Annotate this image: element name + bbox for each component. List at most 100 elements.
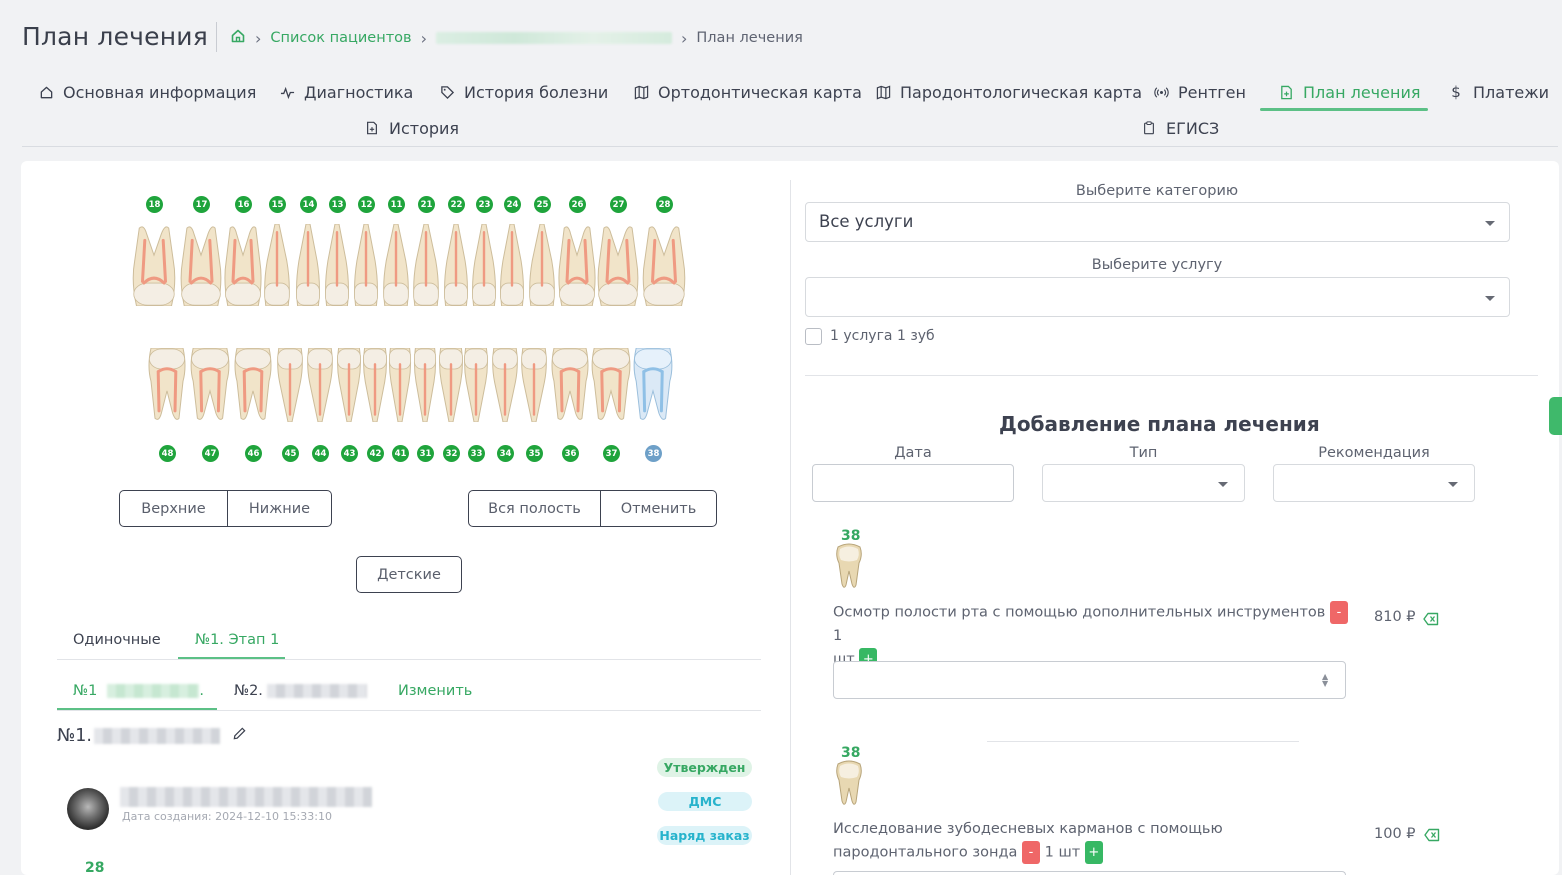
- tooth-number-badge[interactable]: 21: [418, 196, 435, 213]
- tooth-number-badge[interactable]: 34: [497, 445, 514, 462]
- tooth-image[interactable]: [499, 224, 525, 306]
- delete-service-icon[interactable]: [1424, 828, 1440, 842]
- tooth-image[interactable]: [641, 224, 687, 306]
- tooth-image[interactable]: [443, 224, 469, 306]
- tab-egisz[interactable]: ЕГИСЗ: [1141, 114, 1219, 142]
- tab-xray[interactable]: Рентген: [1153, 78, 1246, 106]
- home-icon[interactable]: [230, 28, 246, 48]
- tooth-image[interactable]: [189, 348, 231, 422]
- decrease-quantity-button[interactable]: -: [1022, 841, 1040, 864]
- tab-main-info[interactable]: Основная информация: [38, 78, 256, 106]
- tooth-image[interactable]: [223, 224, 263, 306]
- tooth-number-badge[interactable]: 13: [329, 196, 346, 213]
- tooth-image[interactable]: [471, 224, 497, 306]
- cancel-selection-button[interactable]: Отменить: [601, 490, 717, 527]
- tooth-number-badge[interactable]: 43: [341, 445, 358, 462]
- tab-stage-1[interactable]: №1. Этап 1: [195, 632, 279, 648]
- whole-cavity-button[interactable]: Вся полость: [468, 490, 601, 527]
- service-select[interactable]: [805, 277, 1510, 317]
- tooth-number-badge[interactable]: 46: [245, 445, 262, 462]
- tooth-number-badge[interactable]: 14: [300, 196, 317, 213]
- tooth-image[interactable]: [276, 348, 304, 422]
- tab-payments[interactable]: $ Платежи: [1448, 78, 1549, 106]
- tooth-number-badge[interactable]: 32: [443, 445, 460, 462]
- tooth-number-badge[interactable]: 41: [392, 445, 409, 462]
- tooth-number-badge[interactable]: 31: [417, 445, 434, 462]
- tooth-image[interactable]: [632, 348, 674, 422]
- tooth-image[interactable]: [362, 348, 388, 422]
- tooth-number-badge[interactable]: 16: [235, 196, 252, 213]
- pencil-icon[interactable]: [232, 726, 247, 746]
- tab-treatment-plan[interactable]: План лечения: [1278, 78, 1420, 106]
- lower-jaw-button[interactable]: Нижние: [228, 490, 332, 527]
- tooth-number-badge[interactable]: 23: [476, 196, 493, 213]
- tooth-number-badge[interactable]: 22: [448, 196, 465, 213]
- tooth-image[interactable]: [590, 348, 632, 422]
- tooth-image[interactable]: [491, 348, 519, 422]
- tooth-number-badge[interactable]: 24: [504, 196, 521, 213]
- tooth-image[interactable]: [263, 224, 291, 306]
- tooth-number-badge[interactable]: 38: [645, 445, 662, 462]
- increase-quantity-button[interactable]: +: [1084, 841, 1103, 864]
- tooth-number-badge[interactable]: 17: [193, 196, 210, 213]
- service-comment-select[interactable]: [833, 871, 1346, 875]
- tooth-number-badge[interactable]: 27: [610, 196, 627, 213]
- tab-perio-chart[interactable]: Пародонтологическая карта: [875, 78, 1142, 106]
- side-panel-handle[interactable]: [1549, 397, 1562, 435]
- tooth-number-badge[interactable]: 42: [367, 445, 384, 462]
- breadcrumb-patients-link[interactable]: Список пациентов: [270, 30, 411, 46]
- tooth-image[interactable]: [336, 348, 362, 422]
- breadcrumb-patient-name-redacted[interactable]: [435, 32, 672, 44]
- tooth-image[interactable]: [550, 348, 590, 422]
- tooth-number-badge[interactable]: 48: [159, 445, 176, 462]
- tooth-image[interactable]: [147, 348, 187, 422]
- one-service-one-tooth-checkbox[interactable]: [805, 328, 822, 345]
- tooth-number-badge[interactable]: 33: [468, 445, 485, 462]
- tooth-number-badge[interactable]: 18: [146, 196, 163, 213]
- plan-tab-1[interactable]: №1 .: [73, 683, 204, 699]
- tooth-number-badge[interactable]: 28: [656, 196, 673, 213]
- tooth-number-badge[interactable]: 26: [569, 196, 586, 213]
- tooth-number-badge[interactable]: 37: [603, 445, 620, 462]
- tooth-image[interactable]: [353, 224, 379, 306]
- delete-service-icon[interactable]: [1423, 612, 1439, 626]
- tooth-image[interactable]: [131, 224, 177, 306]
- tooth-image[interactable]: [233, 348, 273, 422]
- date-input[interactable]: [812, 464, 1014, 502]
- tooth-number-badge[interactable]: 11: [388, 196, 405, 213]
- tooth-image[interactable]: [295, 224, 321, 306]
- category-select[interactable]: Все услуги: [805, 202, 1510, 242]
- upper-jaw-button[interactable]: Верхние: [119, 490, 228, 527]
- recommendation-select[interactable]: [1273, 464, 1475, 502]
- plan-tab-2[interactable]: №2.: [234, 683, 367, 699]
- tooth-number-badge[interactable]: 47: [202, 445, 219, 462]
- tab-history[interactable]: История: [364, 114, 459, 142]
- tooth-number-badge[interactable]: 35: [526, 445, 543, 462]
- tooth-number-badge[interactable]: 15: [269, 196, 286, 213]
- tab-medical-history[interactable]: История болезни: [439, 78, 608, 106]
- tooth-image[interactable]: [306, 348, 334, 422]
- tooth-image[interactable]: [179, 224, 223, 306]
- kids-teeth-button[interactable]: Детские: [356, 556, 462, 593]
- decrease-quantity-button[interactable]: -: [1329, 601, 1348, 624]
- tooth-image[interactable]: [557, 224, 597, 306]
- tooth-number-badge[interactable]: 44: [312, 445, 329, 462]
- tooth-number-badge[interactable]: 36: [562, 445, 579, 462]
- tooth-image[interactable]: [596, 224, 640, 306]
- type-select[interactable]: [1042, 464, 1245, 502]
- tooth-image[interactable]: [463, 348, 489, 422]
- tooth-number-badge[interactable]: 25: [534, 196, 551, 213]
- tab-diagnostics[interactable]: Диагностика: [279, 78, 413, 106]
- tooth-number-badge[interactable]: 12: [358, 196, 375, 213]
- tooth-image[interactable]: [324, 224, 350, 306]
- tooth-image[interactable]: [438, 348, 464, 422]
- tooth-image[interactable]: [382, 224, 410, 306]
- tooth-image[interactable]: [412, 224, 440, 306]
- tab-ortho-chart[interactable]: Ортодонтическая карта: [633, 78, 862, 106]
- tab-single[interactable]: Одиночные: [73, 632, 161, 648]
- tooth-image[interactable]: [528, 224, 556, 306]
- tooth-image[interactable]: [520, 348, 548, 422]
- tooth-image[interactable]: [413, 348, 437, 422]
- tooth-number-badge[interactable]: 45: [282, 445, 299, 462]
- service-comment-select[interactable]: ▲ ▼: [833, 661, 1346, 699]
